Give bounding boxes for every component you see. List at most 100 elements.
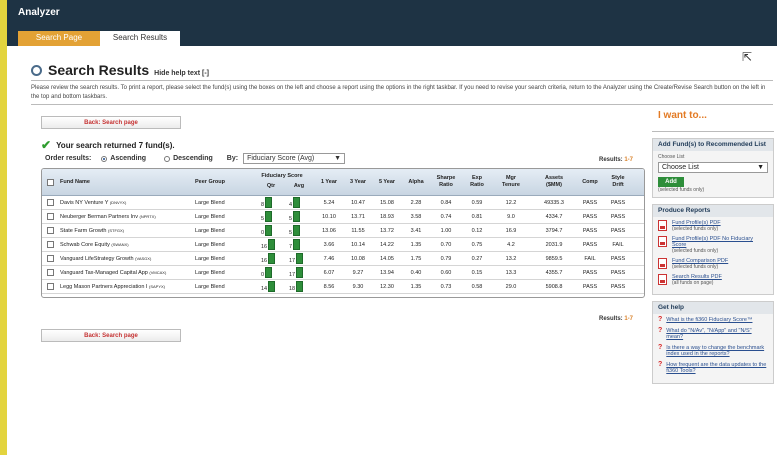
cell-alpha: 0.40 <box>410 270 422 276</box>
help-item: ? What is the fi360 Fiduciary Score™ <box>658 316 768 323</box>
cell-peer: Large Blend <box>195 200 225 206</box>
cell-y1: 13.06 <box>322 228 336 234</box>
fund-name[interactable]: Legg Mason Partners Appreciation I (SAPY… <box>60 284 165 290</box>
cell-alpha: 1.35 <box>410 242 422 248</box>
row-checkbox[interactable] <box>47 227 54 234</box>
fund-ticker: (VMCAX) <box>149 270 167 275</box>
ascending-radio[interactable] <box>101 155 108 162</box>
cell-sharpe: 0.79 <box>440 256 452 262</box>
tab-search-results[interactable]: Search Results <box>100 31 180 46</box>
question-icon: ? <box>658 327 663 334</box>
score-bar <box>296 281 304 292</box>
col-mgr-tenure[interactable]: Mgr Tenure <box>500 175 522 189</box>
cell-alpha: 1.35 <box>410 284 422 290</box>
score-bar <box>293 225 301 236</box>
col-sharpe-ratio[interactable]: Sharpe Ratio <box>433 175 459 189</box>
report-item: Fund Profile(s) PDF (selected funds only) <box>658 220 768 232</box>
select-all-checkbox[interactable] <box>47 179 54 186</box>
row-checkbox[interactable] <box>47 213 54 220</box>
score-avg: 18 <box>289 281 304 292</box>
cell-assets: 2031.9 <box>545 242 563 248</box>
table-row: Neuberger Berman Partners Inv (NPRTX) 5 5 L… <box>42 210 644 224</box>
score-qtr: 16 <box>261 253 276 264</box>
col-comp[interactable]: Comp <box>580 179 600 186</box>
col-5-year[interactable]: 5 Year <box>376 179 398 186</box>
cell-exp: 0.58 <box>471 284 483 290</box>
ascending-label[interactable]: Ascending <box>110 155 146 162</box>
table-header: Fund Name Peer Group Fiduciary Score Qtr… <box>42 169 644 196</box>
cell-assets: 5908.8 <box>545 284 563 290</box>
results-range-link[interactable]: 1-7 <box>624 157 633 163</box>
tab-search-page[interactable]: Search Page <box>18 31 100 46</box>
choose-list-select[interactable]: Choose List ▼ <box>658 162 768 173</box>
cell-style: PASS <box>610 270 626 276</box>
cell-exp: 0.15 <box>471 270 483 276</box>
score-avg: 7 <box>289 239 301 250</box>
cell-y1: 10.10 <box>322 214 336 220</box>
col-avg[interactable]: Avg <box>289 183 309 190</box>
score-bar <box>296 267 304 278</box>
table-row: Legg Mason Partners Appreciation I (SAPY… <box>42 280 644 294</box>
help-link[interactable]: How frequent are the data updates to the… <box>666 362 768 374</box>
row-checkbox[interactable] <box>47 199 54 206</box>
col-peer-group[interactable]: Peer Group <box>195 179 225 186</box>
row-checkbox[interactable] <box>47 241 54 248</box>
col-style-drift[interactable]: Style Drift <box>607 175 629 189</box>
col-alpha[interactable]: Alpha <box>406 179 426 186</box>
hide-help-link[interactable]: Hide help text [-] <box>154 70 209 77</box>
help-link[interactable]: Is there a way to change the benchmark i… <box>666 345 768 357</box>
report-link[interactable]: Fund Profile(s) PDF No Fiduciary Score <box>672 236 753 248</box>
cell-assets: 4355.7 <box>545 270 563 276</box>
row-checkbox[interactable] <box>47 283 54 290</box>
back-search-page-button-bottom[interactable]: Back: Search page <box>41 329 181 342</box>
order-by-value: Fiduciary Score (Avg) <box>247 155 315 162</box>
cell-y3: 9.27 <box>352 270 364 276</box>
col-1-year[interactable]: 1 Year <box>318 179 340 186</box>
fund-name[interactable]: State Farm Growth (STFGX) <box>60 228 124 234</box>
help-item: ? What do "N/Av", "N/App" and "N/S" mean? <box>658 327 768 340</box>
order-by-select[interactable]: Fiduciary Score (Avg) ▼ <box>243 153 346 164</box>
score-qtr: 0 <box>261 225 273 236</box>
help-link[interactable]: What do "N/Av", "N/App" and "N/S" mean? <box>666 328 768 340</box>
cell-comp: PASS <box>582 242 598 248</box>
cell-y5: 14.05 <box>380 256 394 262</box>
help-link[interactable]: What is the fi360 Fiduciary Score™ <box>666 317 752 323</box>
row-checkbox[interactable] <box>47 269 54 276</box>
cell-mgr: 29.0 <box>505 284 517 290</box>
score-bar <box>265 267 273 278</box>
fund-ticker: (NPRTX) <box>139 214 156 219</box>
score-qtr: 5 <box>261 211 273 222</box>
descending-radio[interactable] <box>164 155 171 162</box>
col-3-year[interactable]: 3 Year <box>347 179 369 186</box>
fund-name[interactable]: Neuberger Berman Partners Inv (NPRTX) <box>60 214 156 220</box>
cell-mgr: 4.2 <box>507 242 515 248</box>
cell-comp: PASS <box>582 228 598 234</box>
fund-name[interactable]: Vanguard Tax-Managed Capital App (VMCAX) <box>60 270 166 276</box>
cell-mgr: 13.3 <box>505 270 517 276</box>
pdf-icon <box>658 274 667 285</box>
col-fund-name[interactable]: Fund Name <box>60 179 90 186</box>
score-bar <box>293 211 301 222</box>
results-count-bottom: Results: 1-7 <box>599 316 634 322</box>
add-button[interactable]: Add <box>658 177 684 187</box>
results-range-link[interactable]: 1-7 <box>624 316 633 322</box>
fund-name[interactable]: Schwab Core Equity (SWANX) <box>60 242 129 248</box>
back-search-page-button[interactable]: Back: Search page <box>41 116 181 129</box>
cell-mgr: 12.2 <box>505 200 517 206</box>
cursor-icon: ⇱ <box>742 50 753 64</box>
col-qtr[interactable]: Qtr <box>261 183 281 190</box>
fund-name[interactable]: Davis NY Venture Y (DNVYX) <box>60 200 126 206</box>
col-exp-ratio[interactable]: Exp Ratio <box>467 175 487 189</box>
cell-y1: 5.24 <box>323 200 335 206</box>
table-row: Davis NY Venture Y (DNVYX) 8 4 Large Blend 5… <box>42 196 644 210</box>
pdf-icon <box>658 220 667 231</box>
col-assets[interactable]: Assets ($MM) <box>540 175 568 189</box>
cell-style: FAIL <box>612 242 624 248</box>
descending-label[interactable]: Descending <box>173 155 213 162</box>
score-bar <box>265 211 273 222</box>
score-avg: 5 <box>289 225 301 236</box>
cell-sharpe: 1.00 <box>440 228 452 234</box>
fund-name[interactable]: Vanguard LifeStrategy Growth (VASGX) <box>60 256 151 262</box>
row-checkbox[interactable] <box>47 255 54 262</box>
add-funds-title: Add Fund(s) to Recommended List <box>653 139 773 151</box>
